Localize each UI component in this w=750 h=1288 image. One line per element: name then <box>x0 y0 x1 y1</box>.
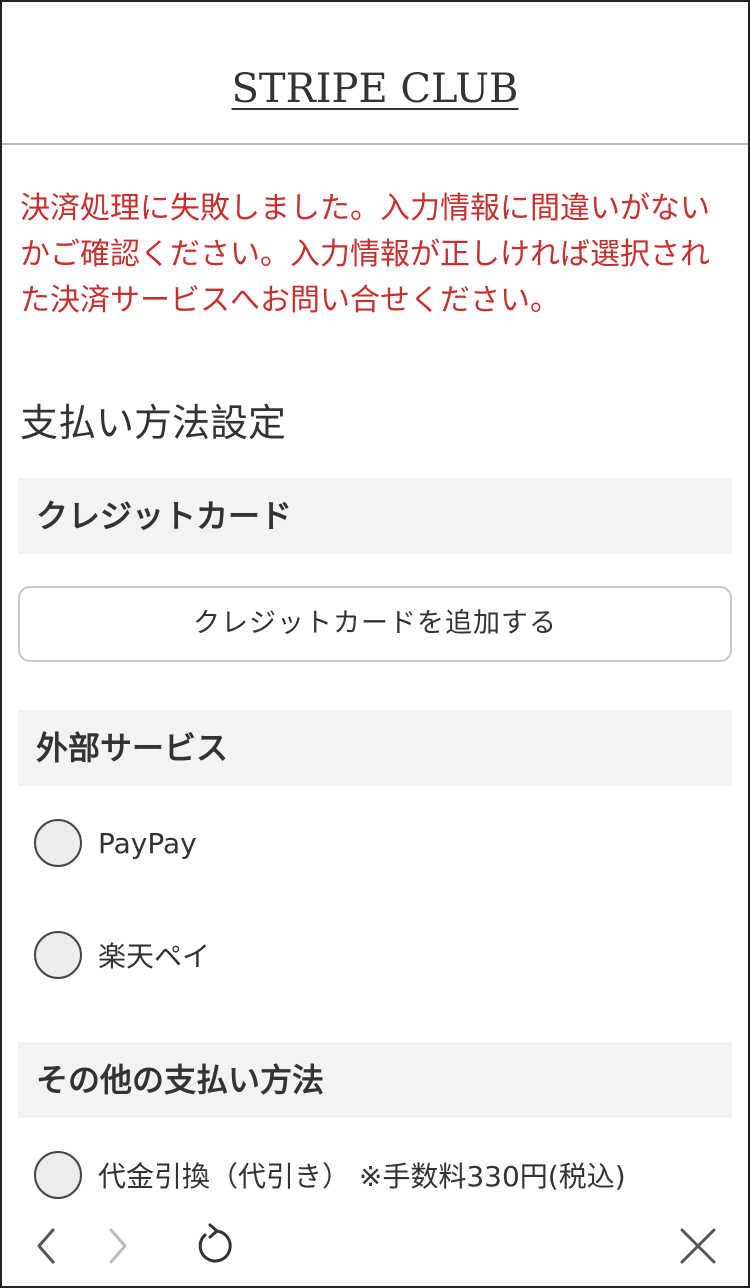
external-services-section-heading: 外部サービス <box>18 710 732 786</box>
reload-icon[interactable] <box>184 1206 244 1286</box>
payment-option-rakuten-pay[interactable]: 楽天ペイ <box>34 930 210 980</box>
radio-button[interactable] <box>34 931 82 979</box>
payment-option-label: PayPay <box>98 826 197 860</box>
page-title: 支払い方法設定 <box>20 401 287 445</box>
site-header: STRIPE CLUB <box>2 2 748 145</box>
brand-logo-link[interactable]: STRIPE CLUB <box>2 66 748 112</box>
add-credit-card-button[interactable]: クレジットカードを追加する <box>18 586 732 662</box>
payment-option-cash-on-delivery[interactable]: 代金引換（代引き） ※手数料330円(税込) <box>34 1150 626 1200</box>
close-icon[interactable] <box>668 1206 728 1286</box>
credit-card-section-heading: クレジットカード <box>18 478 732 554</box>
error-message: 決済処理に失敗しました。入力情報に間違いがないかご確認ください。入力情報が正しけ… <box>20 191 710 318</box>
payment-option-label: 代金引換（代引き） ※手数料330円(税込) <box>98 1160 626 1193</box>
back-icon[interactable] <box>16 1206 76 1286</box>
other-methods-section-heading: その他の支払い方法 <box>18 1042 732 1118</box>
browser-nav-bar <box>2 1206 748 1286</box>
radio-button[interactable] <box>34 1151 82 1199</box>
payment-option-label: 楽天ペイ <box>98 940 211 973</box>
payment-option-paypay[interactable]: PayPay <box>34 818 197 868</box>
forward-icon[interactable] <box>88 1206 148 1286</box>
radio-button[interactable] <box>34 819 82 867</box>
